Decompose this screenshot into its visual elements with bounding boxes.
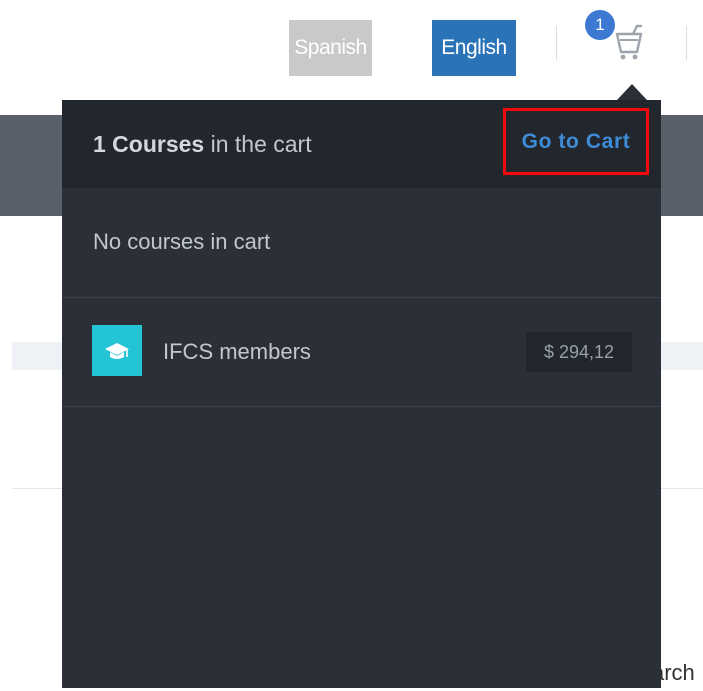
cart-dropdown: 1 Courses in the cart Go to Cart No cour… xyxy=(62,100,661,688)
header-separator xyxy=(556,26,557,60)
empty-cart-message: No courses in cart xyxy=(93,229,271,254)
dropdown-caret xyxy=(617,84,647,100)
go-to-cart-highlight: Go to Cart xyxy=(503,108,649,175)
cart-item-name[interactable]: IFCS members xyxy=(163,339,311,365)
language-spanish-button[interactable]: Spanish xyxy=(289,20,372,76)
dropdown-divider xyxy=(62,406,661,407)
cart-count-badge: 1 xyxy=(585,10,615,40)
language-english-button[interactable]: English xyxy=(432,20,516,76)
cart-item-price: $ 294,12 xyxy=(526,332,632,372)
go-to-cart-link[interactable]: Go to Cart xyxy=(522,130,631,154)
cart-item-thumbnail xyxy=(92,325,142,376)
header-separator xyxy=(686,26,687,60)
cart-dropdown-header: 1 Courses in the cart Go to Cart xyxy=(62,100,661,188)
cart-summary-title: 1 Courses in the cart xyxy=(93,131,312,158)
dropdown-divider xyxy=(62,297,661,298)
graduation-cap-icon xyxy=(105,342,129,359)
cart-course-count: 1 Courses xyxy=(93,131,205,157)
cart-summary-suffix: in the cart xyxy=(204,131,312,157)
